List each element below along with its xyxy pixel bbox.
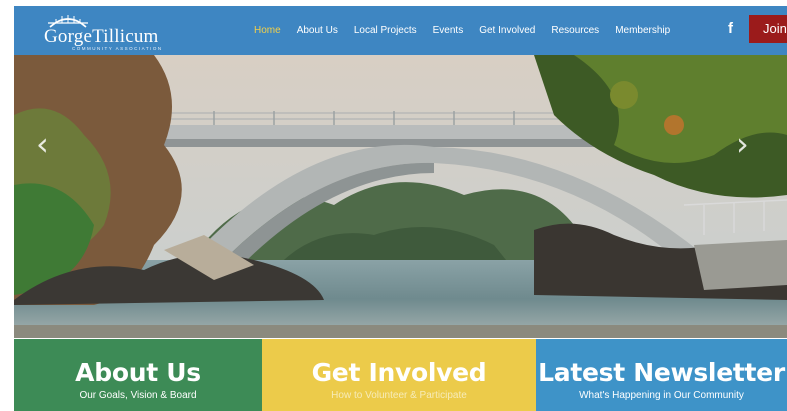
nav-get-involved[interactable]: Get Involved <box>479 25 535 36</box>
nav-home[interactable]: Home <box>254 25 281 36</box>
next-slide-arrow[interactable]: › <box>736 125 749 163</box>
main-nav: Home About Us Local Projects Events Get … <box>254 6 686 55</box>
nav-membership[interactable]: Membership <box>615 25 670 36</box>
prev-slide-arrow[interactable]: ‹ <box>36 125 49 163</box>
card-get-involved[interactable]: Get Involved How to Volunteer & Particip… <box>262 339 536 411</box>
hero-bridge-image <box>14 55 787 338</box>
logo-name: GorgeTillicum <box>44 26 159 47</box>
nav-events[interactable]: Events <box>433 25 464 36</box>
nav-about-us[interactable]: About Us <box>297 25 338 36</box>
join-button[interactable]: Join <box>749 15 787 43</box>
card-subtitle: Our Goals, Vision & Board <box>79 390 197 401</box>
facebook-icon[interactable]: f <box>728 20 733 37</box>
card-title: About Us <box>75 358 201 387</box>
card-subtitle: How to Volunteer & Participate <box>331 390 467 401</box>
hero-slideshow: ‹ › <box>14 55 787 338</box>
nav-local-projects[interactable]: Local Projects <box>354 25 417 36</box>
site-logo[interactable]: GorgeTillicum COMMUNITY ASSOCIATION <box>44 11 194 51</box>
card-about-us[interactable]: About Us Our Goals, Vision & Board <box>14 339 262 411</box>
card-subtitle: What's Happening in Our Community <box>579 390 744 401</box>
card-title: Get Involved <box>311 358 487 387</box>
nav-resources[interactable]: Resources <box>551 25 599 36</box>
site-header: GorgeTillicum COMMUNITY ASSOCIATION Home… <box>14 6 787 55</box>
logo-subtitle: COMMUNITY ASSOCIATION <box>72 46 163 51</box>
card-title: Latest Newsletter <box>538 358 785 387</box>
card-latest-newsletter[interactable]: Latest Newsletter What's Happening in Ou… <box>536 339 787 411</box>
